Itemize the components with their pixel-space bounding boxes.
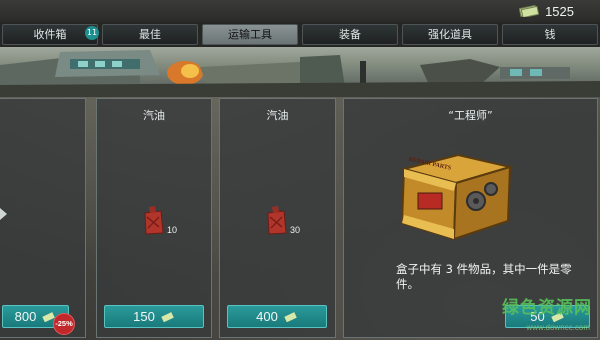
offer-card-gasoline-10[interactable]: 汽油 10 [96, 98, 212, 338]
cash-value: 1525 [545, 3, 574, 19]
cash-bills-icon [519, 5, 540, 17]
offer-title: 汽油 [143, 109, 165, 122]
offer-title: “工程师” [448, 109, 493, 122]
offer-card-partial[interactable] [0, 98, 86, 338]
tab-vehicles[interactable]: 运输工具 [202, 24, 298, 45]
watermark-url: www.downcc.com [526, 323, 590, 332]
tab-equipment[interactable]: 装备 [302, 24, 398, 45]
buy-button-offer-3[interactable]: 400 [227, 305, 327, 328]
buy-button-offer-2[interactable]: 150 [104, 305, 204, 328]
offer-card-gasoline-30[interactable]: 汽油 30 [219, 98, 336, 338]
watermark-title: 绿色资源网 [502, 298, 592, 318]
inbox-count-badge: 11 [85, 26, 99, 40]
tab-best[interactable]: 最佳 [102, 24, 198, 45]
offer-quantity: 10 [167, 225, 178, 235]
tab-boosters[interactable]: 强化道具 [402, 24, 498, 45]
cash-icon [161, 311, 174, 322]
cash-icon [284, 311, 297, 322]
tab-money[interactable]: 钱 [502, 24, 598, 45]
vehicle-banner [0, 47, 600, 97]
gas-can-icon [267, 206, 287, 235]
cash-counter: 1525 [519, 2, 574, 20]
offer-quantity: 30 [290, 225, 301, 235]
offer-title: 汽油 [266, 109, 289, 122]
top-bar: 1525 [0, 0, 600, 22]
discount-badge: -25% [53, 313, 75, 335]
gas-can-icon [144, 206, 164, 235]
banner-scene-illustration [0, 47, 600, 97]
scroll-left-arrow-icon[interactable] [0, 208, 7, 220]
offer-description: 盒子中有 3 件物品，其中一件是零件。 [396, 262, 572, 291]
tab-inbox[interactable]: 收件箱 [2, 24, 98, 45]
